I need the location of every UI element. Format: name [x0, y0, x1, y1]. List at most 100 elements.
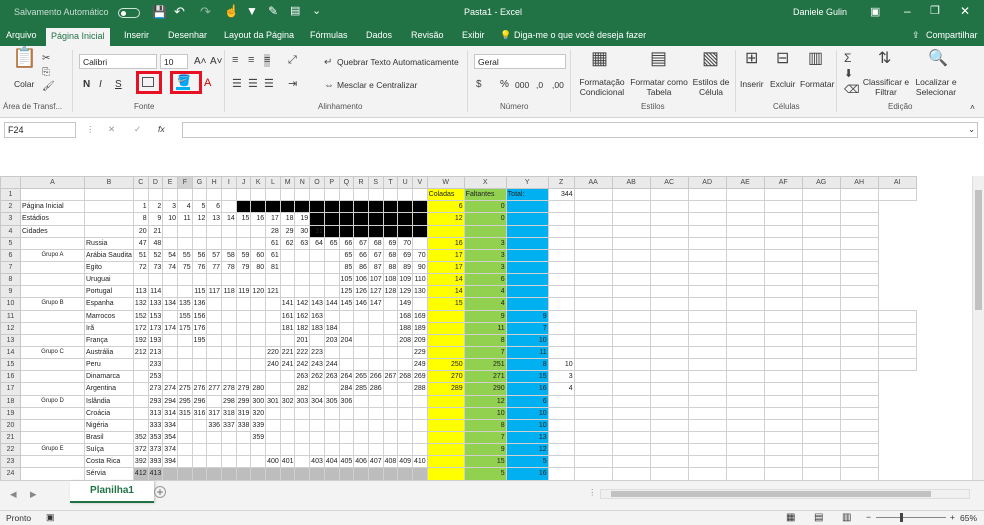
cell[interactable] — [279, 260, 296, 275]
cell[interactable] — [611, 212, 651, 226]
cell[interactable] — [221, 297, 237, 311]
row-header[interactable]: 15 — [0, 358, 21, 372]
cell[interactable] — [687, 358, 727, 372]
copy-icon[interactable]: ⎘ — [42, 66, 50, 79]
find-icon[interactable]: 🔍 — [928, 51, 948, 67]
cell[interactable] — [397, 394, 413, 408]
cell[interactable] — [763, 248, 803, 262]
column-header[interactable]: AC — [649, 176, 689, 190]
cell[interactable]: Islândia — [84, 394, 134, 408]
cell[interactable] — [611, 236, 651, 250]
cell[interactable]: Costa Rica — [84, 455, 134, 469]
cell[interactable] — [367, 430, 384, 445]
cell[interactable] — [206, 430, 223, 445]
cell[interactable]: 405 — [338, 455, 355, 469]
enter-icon[interactable]: ✓ — [134, 124, 141, 135]
cell[interactable]: 56 — [191, 248, 208, 262]
cell[interactable] — [132, 394, 149, 408]
cell[interactable] — [294, 248, 311, 262]
cell[interactable]: 282 — [294, 382, 311, 396]
cell[interactable] — [611, 382, 651, 396]
cell[interactable] — [279, 443, 296, 457]
close-icon[interactable]: ✕ — [960, 4, 970, 18]
restore-icon[interactable]: ❐ — [930, 4, 940, 17]
cell[interactable]: 105 — [338, 273, 355, 287]
cell[interactable] — [84, 200, 134, 214]
cell[interactable] — [235, 188, 252, 202]
cell[interactable]: Grupo D — [20, 394, 85, 408]
cell[interactable] — [839, 370, 879, 384]
insert-cells-icon[interactable]: ⊞ — [745, 51, 758, 67]
cell[interactable] — [687, 248, 727, 262]
cell[interactable]: 10 — [505, 333, 549, 347]
cell[interactable] — [338, 467, 355, 480]
cell[interactable]: 412 — [132, 467, 149, 480]
cell[interactable] — [649, 394, 689, 408]
cell[interactable] — [763, 443, 803, 457]
cell[interactable]: 15 — [505, 370, 549, 384]
cell[interactable] — [426, 467, 465, 480]
row-header[interactable]: 7 — [0, 260, 21, 275]
cell[interactable] — [411, 236, 428, 250]
cell[interactable]: Total: — [505, 188, 549, 202]
cell[interactable]: 315 — [176, 406, 193, 420]
cell[interactable] — [191, 467, 208, 480]
cell[interactable] — [687, 188, 727, 202]
cell[interactable] — [839, 406, 879, 420]
align-top-icon[interactable]: ≡ — [232, 54, 238, 67]
cell[interactable]: 16 — [505, 382, 549, 396]
cell[interactable] — [547, 321, 575, 335]
cell[interactable]: 12 — [505, 443, 549, 457]
row-header[interactable]: 18 — [0, 394, 21, 408]
cell[interactable]: 344 — [547, 188, 575, 202]
cell[interactable] — [725, 455, 765, 469]
cell[interactable]: 161 — [279, 309, 296, 323]
cell[interactable] — [309, 467, 325, 480]
cell[interactable]: 267 — [382, 370, 399, 384]
cell[interactable] — [20, 309, 85, 323]
cell[interactable] — [763, 212, 803, 226]
cell[interactable]: 339 — [250, 418, 267, 432]
cell[interactable] — [877, 188, 917, 202]
cell[interactable] — [725, 345, 765, 360]
cell[interactable] — [573, 455, 613, 469]
cell[interactable] — [611, 273, 651, 287]
cell[interactable] — [411, 394, 428, 408]
prev-sheet-icon[interactable]: ◀ — [10, 489, 17, 500]
cell[interactable] — [725, 297, 765, 311]
cell[interactable]: 118 — [221, 285, 237, 299]
cell[interactable]: 73 — [147, 260, 164, 275]
cell[interactable] — [573, 443, 613, 457]
cell[interactable] — [687, 285, 727, 299]
column-header[interactable]: J — [235, 176, 252, 190]
column-header[interactable]: F — [176, 176, 193, 190]
cell[interactable] — [265, 443, 281, 457]
cell[interactable] — [725, 260, 765, 275]
cell[interactable] — [235, 200, 252, 214]
cell[interactable]: 352 — [132, 430, 149, 445]
cell[interactable] — [687, 333, 727, 347]
cell[interactable] — [426, 455, 465, 469]
cell[interactable] — [250, 273, 267, 287]
cell[interactable] — [176, 443, 193, 457]
cell[interactable]: 79 — [235, 260, 252, 275]
cell[interactable]: 336 — [206, 418, 223, 432]
cell[interactable]: 293 — [147, 394, 164, 408]
autosum-icon[interactable]: Σ — [844, 52, 851, 65]
cell[interactable]: 333 — [147, 418, 164, 432]
cell[interactable]: 288 — [411, 382, 428, 396]
cell[interactable] — [611, 224, 651, 238]
column-header[interactable]: H — [206, 176, 223, 190]
cell[interactable] — [279, 333, 296, 347]
cell[interactable]: Egito — [84, 260, 134, 275]
cell[interactable]: 87 — [367, 260, 384, 275]
align-left-icon[interactable]: ☰ — [232, 78, 242, 91]
cell[interactable] — [426, 406, 465, 420]
cell[interactable] — [294, 260, 311, 275]
cell[interactable]: 89 — [397, 260, 413, 275]
cell[interactable] — [801, 321, 841, 335]
cell[interactable]: 301 — [265, 394, 281, 408]
cell[interactable] — [801, 212, 841, 226]
cell[interactable] — [235, 370, 252, 384]
cell[interactable] — [573, 260, 613, 275]
